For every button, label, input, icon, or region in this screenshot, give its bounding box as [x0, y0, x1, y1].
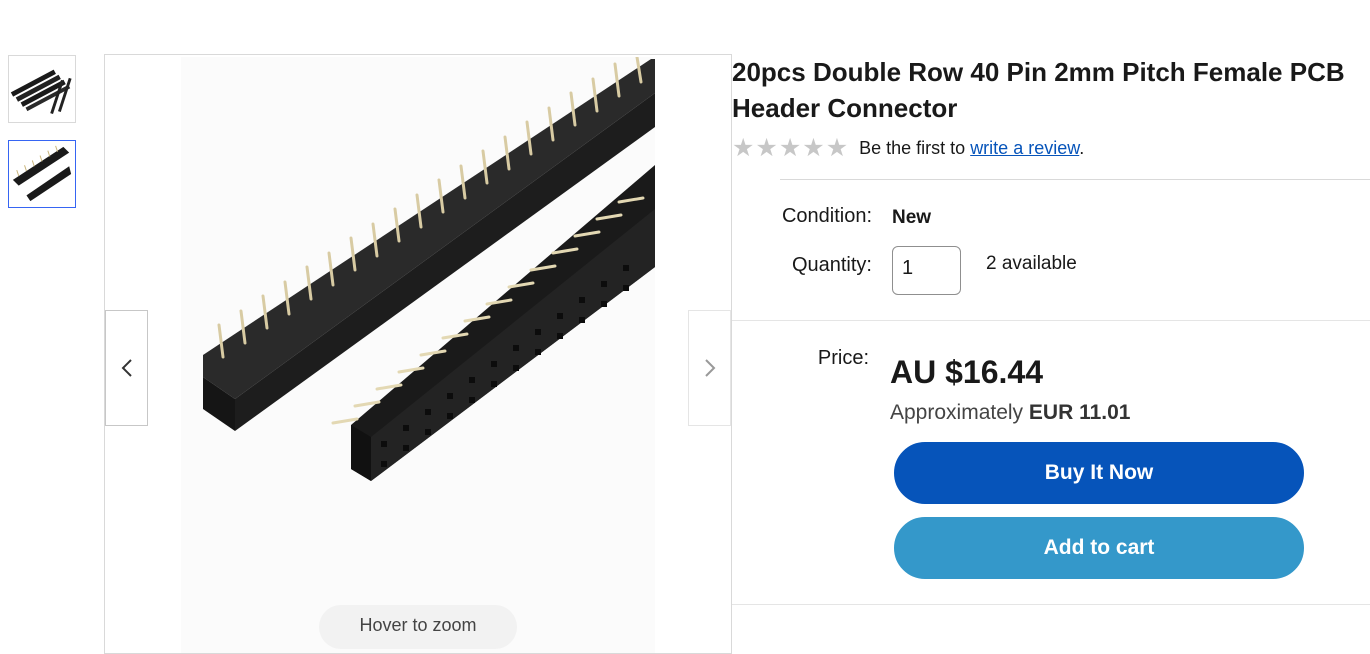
- quantity-label: Quantity:: [791, 254, 872, 276]
- rating-text: Be the first to write a review.: [859, 138, 1084, 159]
- price-value: AU $16.44: [890, 354, 1043, 390]
- rating-prefix: Be the first to: [859, 137, 966, 158]
- price-label: Price:: [817, 347, 869, 369]
- condition-value: New: [892, 207, 932, 228]
- product-main-image[interactable]: [181, 57, 655, 654]
- header-strips-image: [9, 56, 75, 122]
- product-thumbnail-1[interactable]: [8, 55, 76, 123]
- previous-image-button[interactable]: [105, 310, 148, 426]
- write-review-link[interactable]: write a review: [970, 138, 1079, 158]
- approx-price: Approximately EUR 11.01: [890, 401, 1130, 425]
- condition-label: Condition:: [781, 205, 872, 227]
- rating-suffix: .: [1079, 137, 1085, 158]
- image-gallery: Hover to zoom: [104, 54, 732, 654]
- rating-row: ★ ★ ★ ★ ★ Be the first to write a review…: [732, 135, 1084, 161]
- quantity-input[interactable]: 1: [892, 246, 961, 295]
- chevron-left-icon: [121, 359, 132, 377]
- star-empty-icon: ★: [732, 134, 755, 162]
- header-closeup-image: [9, 141, 75, 207]
- divider: [732, 604, 1370, 605]
- next-image-button[interactable]: [688, 310, 731, 426]
- star-empty-icon: ★: [802, 134, 825, 162]
- product-thumbnail-2[interactable]: [8, 140, 76, 208]
- divider: [780, 179, 1370, 180]
- approx-value: EUR 11.01: [1028, 401, 1131, 424]
- approx-prefix: Approximately: [890, 401, 1024, 424]
- add-to-cart-button[interactable]: Add to cart: [894, 517, 1304, 579]
- available-count: 2 available: [986, 253, 1077, 274]
- buy-it-now-button[interactable]: Buy It Now: [894, 442, 1304, 504]
- star-empty-icon: ★: [825, 134, 849, 162]
- star-empty-icon: ★: [755, 134, 778, 162]
- star-empty-icon: ★: [778, 134, 802, 162]
- product-title: 20pcs Double Row 40 Pin 2mm Pitch Female…: [732, 57, 1345, 123]
- hover-to-zoom-hint: Hover to zoom: [319, 605, 517, 649]
- chevron-right-icon: [704, 359, 715, 377]
- divider: [732, 320, 1370, 321]
